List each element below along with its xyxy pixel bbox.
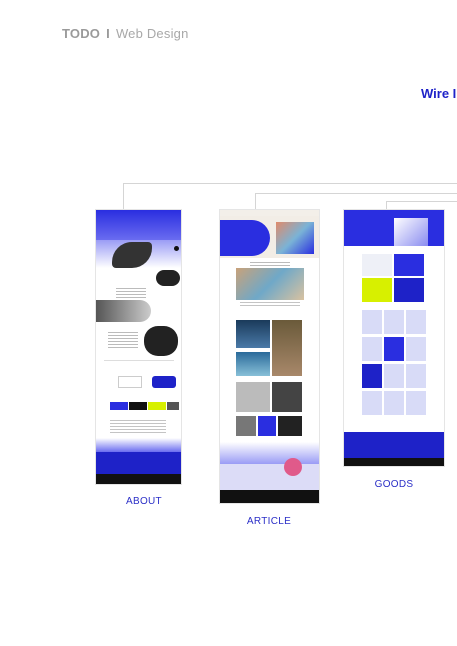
about-text-block-2 [108, 332, 138, 348]
goods-accent-tile [384, 337, 404, 361]
logo-bold [152, 376, 176, 388]
hero-collage [276, 222, 314, 254]
goods-hero-image [394, 218, 428, 246]
about-hero [96, 210, 181, 240]
article-page-label[interactable]: ARTICLE [219, 516, 319, 527]
article-thumb-2 [272, 320, 302, 376]
about-text-block-3 [110, 420, 166, 434]
color-swatch-lime [148, 402, 166, 410]
connector-line [255, 193, 457, 194]
about-page-label[interactable]: ABOUT [94, 496, 194, 507]
brand-name: TODO [62, 26, 101, 41]
about-footer-dark [96, 474, 181, 484]
featured-image [236, 268, 304, 300]
goods-accent-tile-2 [362, 364, 382, 388]
article-newsletter [220, 442, 319, 464]
hero-blue-shape [220, 220, 270, 256]
section-title: Wire I [421, 86, 457, 101]
article-thumb-1 [236, 320, 270, 348]
horse-image [156, 270, 180, 286]
about-page-thumbnail[interactable] [96, 210, 181, 484]
article-footer-dark [220, 490, 319, 503]
product-card-3 [362, 278, 392, 302]
about-gradient-footer [96, 438, 181, 452]
connector-line [255, 193, 256, 209]
color-swatch-grey [167, 402, 179, 410]
sculpture-image [144, 326, 178, 356]
article-thumb-3 [236, 352, 270, 376]
article-page-thumbnail[interactable] [220, 210, 319, 503]
product-card-2 [394, 254, 424, 276]
divider [104, 360, 174, 361]
connector-line [386, 201, 387, 210]
connector-line [123, 183, 124, 209]
header-subtitle: Web Design [115, 26, 189, 41]
connector-line [386, 201, 457, 202]
goods-footer [344, 432, 444, 458]
dot-icon [174, 246, 179, 251]
logo-outline [118, 376, 142, 388]
featured-text [240, 302, 300, 308]
article-thumb-6 [236, 416, 256, 436]
about-text-block [116, 288, 146, 298]
page-header: TODO I Web Design [62, 26, 189, 41]
article-thumb-7 [258, 416, 276, 436]
goods-footer-dark [344, 458, 444, 466]
article-footer [220, 464, 319, 490]
article-thumb-5 [272, 382, 302, 412]
article-footer-badge [284, 458, 302, 476]
color-swatch-blue [110, 402, 128, 410]
wave-image [96, 300, 151, 322]
goods-page-thumbnail[interactable] [344, 210, 444, 466]
header-separator: I [106, 26, 110, 41]
color-swatch-dark [129, 402, 147, 410]
product-card-4 [394, 278, 424, 302]
article-thumb-4 [236, 382, 270, 412]
connector-line [123, 183, 457, 184]
article-thumb-8 [278, 416, 302, 436]
product-card-1 [362, 254, 392, 276]
goods-page-label[interactable]: GOODS [344, 479, 444, 490]
